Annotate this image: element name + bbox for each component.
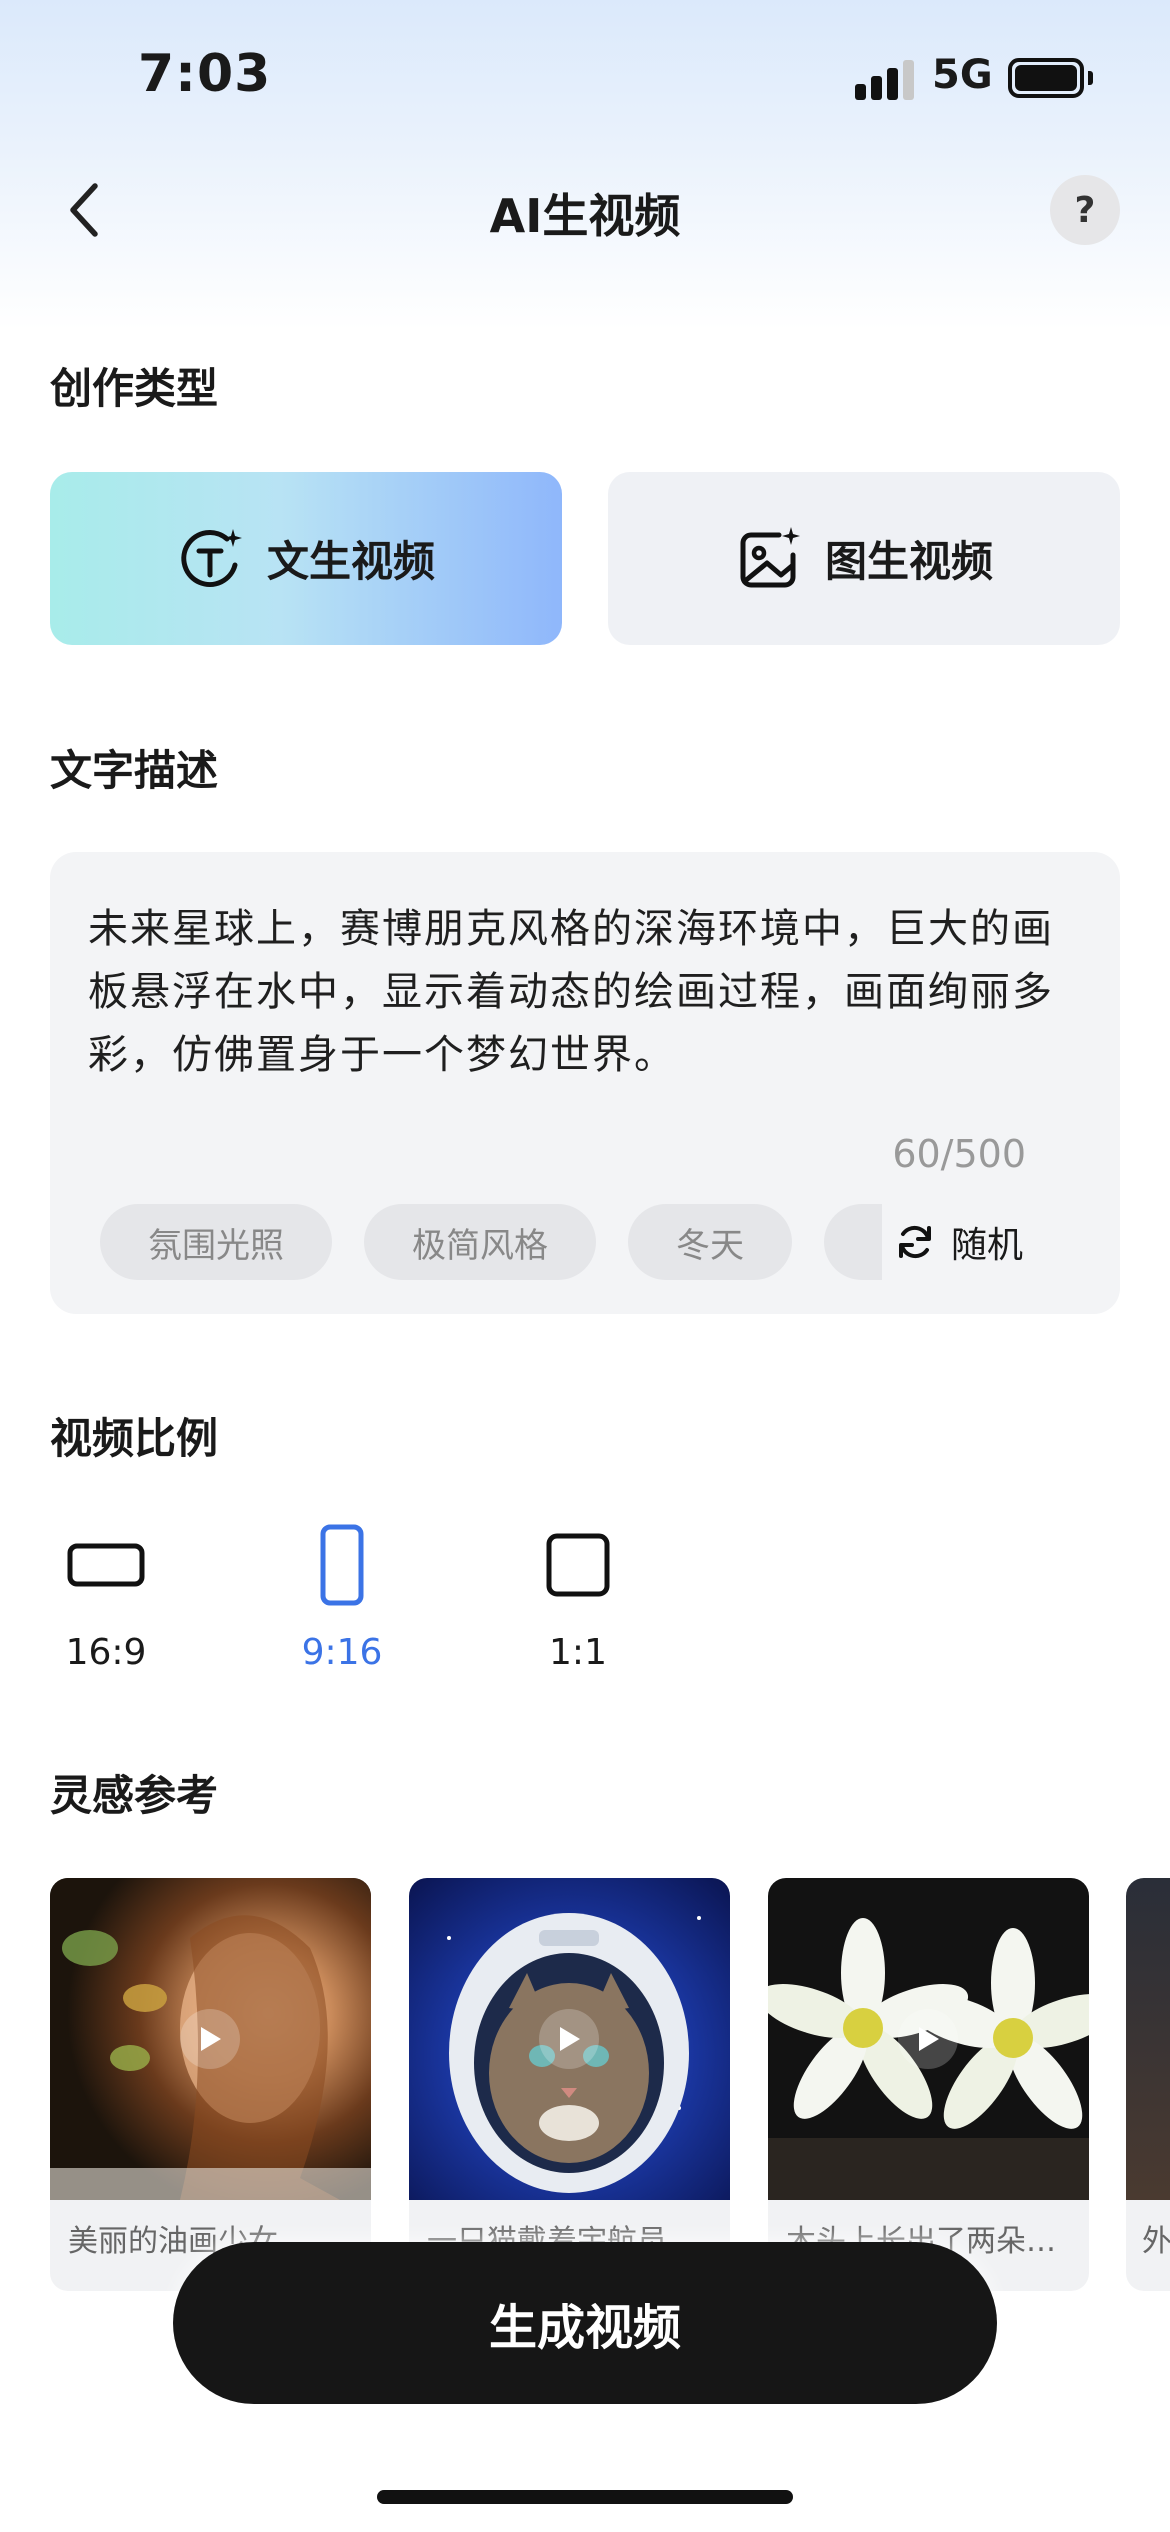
help-button[interactable]: ? (1050, 175, 1120, 245)
play-icon (180, 2009, 240, 2069)
inspiration-card[interactable]: 木头上长出了两朵… (768, 1878, 1089, 2291)
refresh-icon (899, 1225, 931, 1259)
style-tag[interactable]: 冬天 (628, 1204, 792, 1280)
ratio-label: 16:9 (65, 1632, 147, 1673)
nav-bar: AI生视频 ? (0, 160, 1170, 260)
text-ai-icon (181, 528, 242, 587)
battery-icon (1008, 58, 1093, 98)
character-counter: 60/500 (892, 1132, 1026, 1176)
signal-icon (855, 60, 917, 100)
card-caption: 外 (1142, 2224, 1170, 2259)
type-text-to-video-card[interactable]: 文生视频 (50, 472, 562, 645)
astronaut-cat-thumbnail (409, 1878, 730, 2200)
network-label: 5G (932, 52, 993, 98)
type-image-to-video-label: 图生视频 (824, 537, 993, 586)
landscape-ratio-icon (67, 1543, 145, 1587)
ratio-title: 视频比例 (50, 1414, 219, 1463)
play-icon (898, 2009, 958, 2069)
random-button[interactable]: 随机 (895, 1204, 1023, 1280)
inspiration-title: 灵感参考 (50, 1771, 219, 1820)
inspiration-card[interactable]: 一只猫戴着宇航员… (409, 1878, 730, 2291)
ratio-option-1-1[interactable]: 1:1 (518, 1520, 638, 1680)
girl-painting-thumbnail (50, 1878, 371, 2200)
status-time: 7:03 (138, 44, 272, 104)
type-image-to-video-card[interactable]: 图生视频 (608, 472, 1120, 645)
type-text-to-video-label: 文生视频 (266, 537, 435, 586)
description-title: 文字描述 (50, 746, 219, 795)
city-street-thumbnail (1126, 1878, 1170, 2200)
ratio-label: 9:16 (301, 1632, 383, 1673)
ratio-label: 1:1 (549, 1632, 607, 1673)
generate-video-button[interactable]: 生成视频 (173, 2242, 997, 2404)
style-tags-row: 氛围光照 极简风格 冬天 (100, 1204, 882, 1280)
ratio-option-9-16[interactable]: 9:16 (282, 1520, 402, 1680)
status-bar: 7:03 5G (0, 0, 1170, 150)
inspiration-card[interactable]: 美丽的油画少女，… (50, 1878, 371, 2291)
page-title: AI生视频 (489, 189, 681, 243)
square-ratio-icon (546, 1533, 610, 1597)
image-ai-icon (740, 526, 800, 587)
style-tag[interactable]: 氛围光照 (100, 1204, 332, 1280)
ratio-option-16-9[interactable]: 16:9 (46, 1520, 166, 1680)
flowers-thumbnail (768, 1878, 1089, 2200)
style-tag[interactable]: 极简风格 (364, 1204, 596, 1280)
inspiration-card-partial[interactable]: 外 (1126, 1878, 1170, 2291)
play-icon (539, 2009, 599, 2069)
creation-type-title: 创作类型 (50, 364, 219, 413)
prompt-input-box[interactable]: 未来星球上，赛博朋克风格的深海环境中，巨大的画板悬浮在水中，显示着动态的绘画过程… (50, 852, 1120, 1314)
home-indicator (377, 2490, 793, 2504)
portrait-ratio-icon (320, 1524, 364, 1606)
prompt-text[interactable]: 未来星球上，赛博朋克风格的深海环境中，巨大的画板悬浮在水中，显示着动态的绘画过程… (88, 898, 1078, 1087)
random-label: 随机 (951, 1225, 1024, 1266)
style-tag-partial[interactable] (824, 1204, 882, 1280)
